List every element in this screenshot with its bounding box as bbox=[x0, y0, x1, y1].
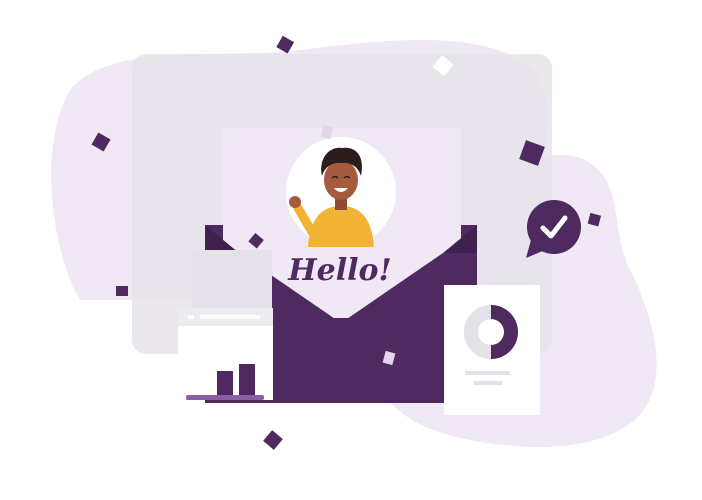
avatar-waving-hand bbox=[289, 196, 301, 208]
greeting-text: Hello! bbox=[287, 253, 391, 288]
hello-illustration: Hello! bbox=[0, 0, 702, 500]
bar-chart-card bbox=[178, 250, 273, 400]
donut-chart-text-line-2 bbox=[474, 381, 502, 385]
confetti-piece bbox=[263, 430, 283, 450]
bar-chart-card-line bbox=[200, 315, 260, 319]
confetti-piece bbox=[276, 35, 295, 54]
avatar-face bbox=[324, 160, 358, 200]
bar-chart-baseline bbox=[186, 395, 264, 400]
donut-chart-card bbox=[444, 285, 540, 415]
bar-chart-bar-1 bbox=[217, 371, 233, 395]
illustration-canvas: Hello! bbox=[51, 35, 657, 450]
confetti-piece bbox=[116, 286, 128, 296]
donut-chart-text-line-1 bbox=[465, 371, 510, 375]
bar-chart-bar-2 bbox=[239, 364, 255, 395]
avatar bbox=[286, 137, 396, 247]
bar-chart-card-dot bbox=[188, 315, 194, 319]
